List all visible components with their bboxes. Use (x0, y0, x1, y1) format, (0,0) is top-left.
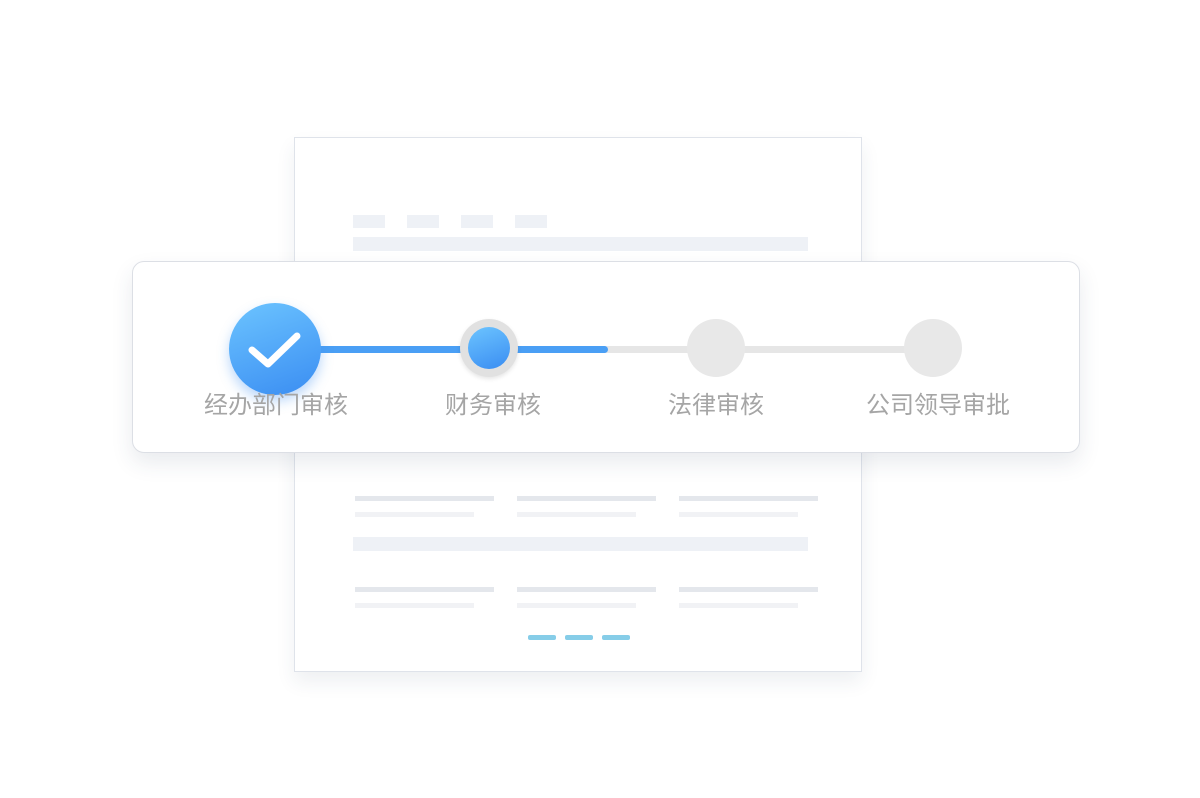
doc-header-tab (515, 215, 547, 228)
doc-header-tab (353, 215, 385, 228)
step-3-pending-node (687, 319, 745, 377)
doc-column-title (517, 587, 656, 592)
doc-pager-dash (528, 635, 556, 640)
step-4-pending-node (904, 319, 962, 377)
doc-header-tab (461, 215, 493, 228)
doc-section-bar (353, 537, 808, 551)
current-step-dot (468, 327, 510, 369)
doc-column-line (517, 603, 636, 608)
doc-column-line (355, 603, 474, 608)
step-2-current-node (460, 319, 518, 377)
doc-column-title (679, 496, 818, 501)
step-label-1: 经办部门审核 (204, 391, 348, 419)
doc-column-line (355, 512, 474, 517)
doc-column-title (355, 587, 494, 592)
step-label-4: 公司领导审批 (866, 391, 1010, 419)
doc-column-line (517, 512, 636, 517)
illustration-stage: 经办部门审核 财务审核 法律审核 公司领导审批 (0, 0, 1200, 798)
doc-column-title (517, 496, 656, 501)
doc-column-line (679, 603, 798, 608)
step-label-3: 法律审核 (668, 391, 764, 419)
step-1-done-node (229, 303, 321, 395)
approval-progress-card: 经办部门审核 财务审核 法律审核 公司领导审批 (132, 261, 1080, 453)
step-label-2: 财务审核 (445, 391, 541, 419)
check-icon (248, 332, 301, 368)
progress-track-filled (273, 346, 608, 353)
doc-column-title (355, 496, 494, 501)
doc-column-title (679, 587, 818, 592)
doc-header-tab (407, 215, 439, 228)
doc-pager-dash (565, 635, 593, 640)
doc-header-bar (353, 237, 808, 251)
doc-pager-dash (602, 635, 630, 640)
doc-column-line (679, 512, 798, 517)
